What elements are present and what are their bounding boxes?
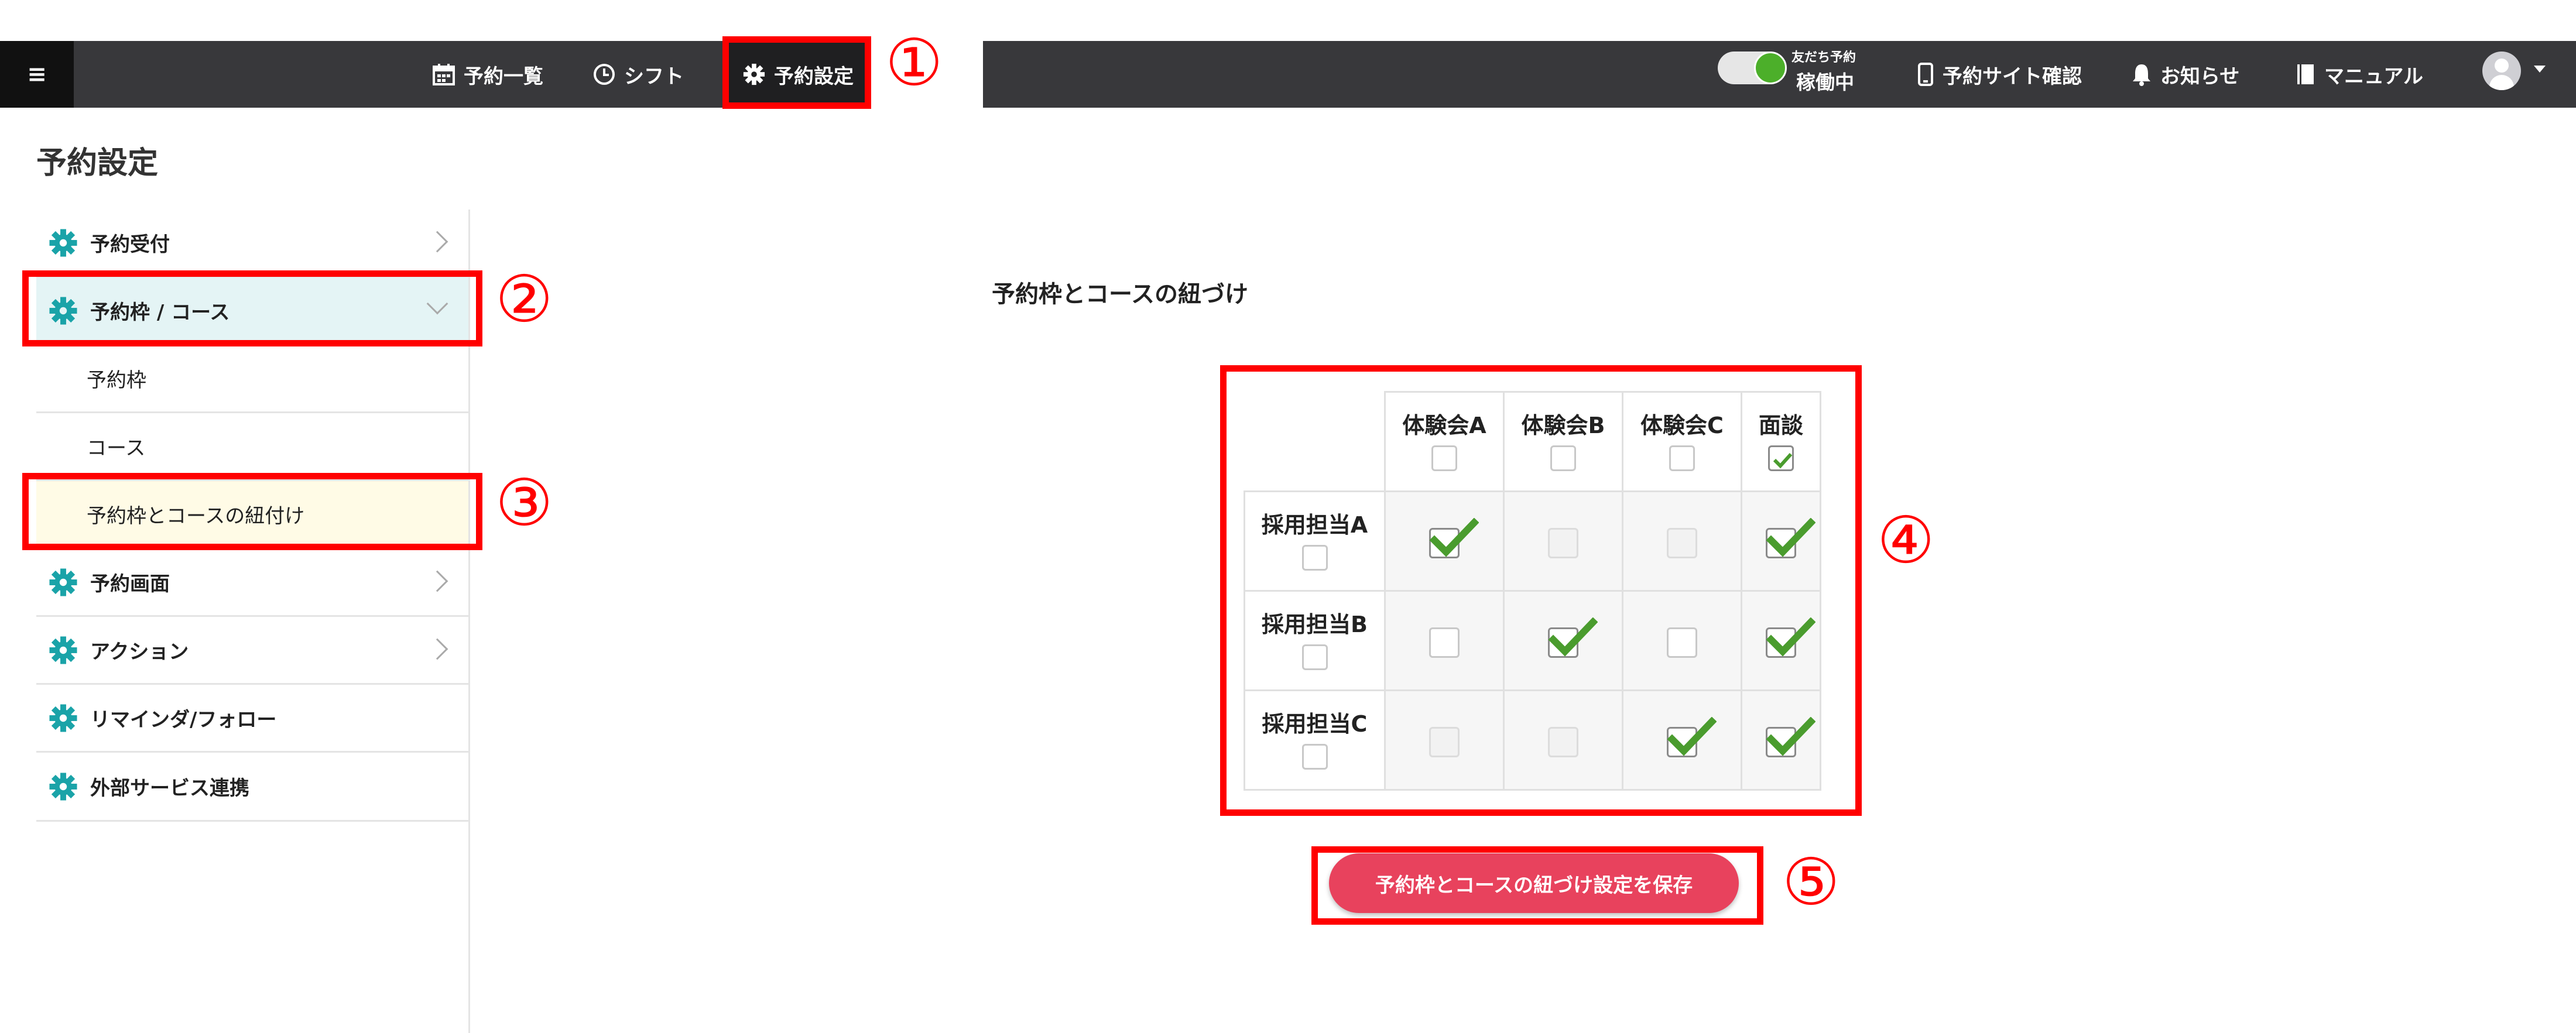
hamburger-icon[interactable]: ≡ [0, 41, 74, 108]
highlight-box-3 [22, 473, 482, 550]
sidebar-item-external[interactable]: 外部サービス連携 [36, 753, 468, 822]
toggle-status: 稼働中 [1796, 71, 1854, 94]
nav-manual[interactable]: マニュアル [2295, 41, 2423, 108]
chevron-right-icon [426, 231, 448, 253]
chevron-right-icon [426, 638, 448, 660]
nav-label: マニュアル [2324, 64, 2423, 88]
clock-icon [594, 64, 615, 85]
sidebar-item-label: 予約受付 [90, 233, 170, 256]
highlight-box-1 [722, 36, 871, 109]
sidebar-item-label: リマインダ/フォロー [90, 708, 277, 732]
sidebar-item-action[interactable]: アクション [36, 617, 468, 685]
sidebar-item-label: アクション [90, 640, 189, 664]
sidebar-subitem-slot[interactable]: 予約枠 [36, 345, 468, 413]
highlight-box-4 [1220, 365, 1862, 816]
marker-3: ③ [495, 465, 553, 540]
nav-label: お知らせ [2160, 64, 2240, 88]
nav-label: 予約サイト確認 [1943, 64, 2082, 88]
sidebar-item-label: 予約画面 [90, 572, 170, 596]
sidebar-item-reminder[interactable]: リマインダ/フォロー [36, 685, 468, 753]
sidebar-item-reception[interactable]: 予約受付 [36, 210, 468, 277]
bell-icon [2133, 64, 2150, 86]
toggle-caption: 友だち予約 [1791, 50, 1856, 65]
sidebar-item-label: 外部サービス連携 [90, 777, 249, 800]
sidebar-subitem-course[interactable]: コース [36, 413, 468, 481]
sidebar-item-screen[interactable]: 予約画面 [36, 549, 468, 617]
marker-4: ④ [1877, 503, 1935, 578]
chevron-down-icon[interactable] [2534, 66, 2546, 73]
phone-icon [1918, 63, 1933, 86]
marker-5: ⑤ [1782, 845, 1840, 919]
toggle-knob [1754, 52, 1787, 84]
avatar[interactable] [2482, 52, 2521, 90]
nav-reservation-list[interactable]: 予約一覧 [432, 41, 543, 108]
section-title: 予約枠とコースの紐づけ [992, 281, 1248, 308]
nav-site-preview[interactable]: 予約サイト確認 [1917, 41, 2082, 108]
calendar-icon [433, 64, 455, 85]
nav-label: 予約一覧 [464, 64, 543, 88]
nav-notifications[interactable]: お知らせ [2131, 41, 2239, 108]
gear-icon [49, 703, 77, 732]
avatar-body [2489, 75, 2514, 90]
friend-booking-toggle[interactable] [1718, 52, 1787, 84]
page-title: 予約設定 [36, 146, 159, 181]
gear-icon [49, 228, 77, 257]
marker-1: ① [885, 25, 943, 100]
marker-2: ② [495, 262, 553, 337]
chevron-right-icon [426, 570, 448, 592]
highlight-box-5 [1311, 846, 1763, 925]
nav-shift[interactable]: シフト [592, 41, 684, 108]
book-icon [2297, 64, 2314, 84]
gear-icon [49, 772, 77, 801]
gear-icon [49, 636, 77, 664]
gear-icon [49, 568, 77, 596]
avatar-head [2495, 59, 2509, 73]
highlight-box-2 [22, 270, 482, 346]
nav-label: シフト [624, 64, 684, 88]
